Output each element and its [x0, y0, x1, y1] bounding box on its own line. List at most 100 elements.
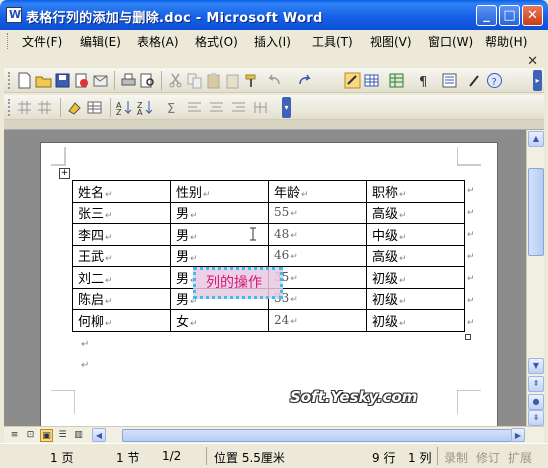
table-cell[interactable]: 何柳↵: [72, 309, 171, 332]
table-cell[interactable]: 男↵: [170, 244, 269, 267]
toolbar-grip[interactable]: [8, 99, 11, 116]
tables-borders-icon[interactable]: [344, 72, 361, 89]
document-table[interactable]: 姓名↵ 性别↵ 年龄↵ 职称↵ 张三↵ 男↵ 55↵ 高级↵ 李四↵ 男↵ 48…: [72, 180, 465, 332]
table-cell[interactable]: 张三↵: [72, 201, 171, 224]
paste-icon[interactable]: [205, 72, 222, 89]
svg-text:?: ?: [492, 77, 497, 88]
toolbar-grip[interactable]: [8, 72, 11, 89]
toolbar-options-chevron-icon[interactable]: ▾: [282, 97, 291, 118]
redo-icon[interactable]: [296, 72, 313, 89]
table-cell[interactable]: 性别↵: [170, 180, 269, 203]
ink-icon[interactable]: [466, 72, 483, 89]
table-cell[interactable]: 35↵: [268, 266, 367, 289]
show-formatting-icon[interactable]: ¶: [415, 72, 432, 90]
document-close-icon[interactable]: ✕: [527, 54, 538, 69]
table-cell[interactable]: 年龄↵: [268, 180, 367, 203]
table-cell[interactable]: 33↵: [268, 287, 367, 310]
help-icon[interactable]: ?: [486, 72, 503, 89]
status-track-changes[interactable]: 修订: [476, 449, 500, 466]
next-page-button[interactable]: ⇟: [528, 410, 544, 426]
table-cell[interactable]: 李四↵: [72, 223, 171, 246]
table-cell[interactable]: 24↵: [268, 309, 367, 332]
table-move-handle[interactable]: +: [59, 168, 70, 179]
select-browse-object-button[interactable]: ●: [528, 394, 544, 410]
open-folder-icon[interactable]: [35, 72, 52, 89]
table-cell[interactable]: 男↵: [170, 201, 269, 224]
insert-rows-icon[interactable]: [16, 99, 33, 116]
menu-window[interactable]: 窗口(W): [428, 33, 473, 50]
scroll-right-button[interactable]: ▶: [511, 428, 525, 442]
table-cell[interactable]: 女↵: [170, 309, 269, 332]
menu-table[interactable]: 表格(A): [137, 33, 179, 50]
split-cells-icon[interactable]: [252, 99, 269, 116]
save-icon[interactable]: [54, 72, 71, 89]
vertical-scroll-thumb[interactable]: [528, 168, 544, 256]
table-resize-handle[interactable]: [465, 334, 471, 340]
menu-view[interactable]: 视图(V): [370, 33, 412, 50]
table-cell[interactable]: 初级↵: [366, 287, 465, 310]
autosum-icon[interactable]: Σ: [164, 99, 181, 117]
menu-help[interactable]: 帮助(H): [485, 33, 527, 50]
table-cell[interactable]: 中级↵: [366, 223, 465, 246]
table-cell[interactable]: 高级↵: [366, 201, 465, 224]
menu-edit[interactable]: 编辑(E): [80, 33, 121, 50]
word-app-icon[interactable]: [6, 7, 22, 23]
table-autoformat-icon[interactable]: [86, 99, 103, 116]
horizontal-scroll-thumb[interactable]: [122, 429, 512, 442]
table-cell[interactable]: 初级↵: [366, 309, 465, 332]
insert-excel-icon[interactable]: [388, 72, 405, 89]
format-painter-icon[interactable]: [243, 72, 260, 89]
document-area[interactable]: + 姓名↵ 性别↵ 年龄↵ 职称↵ 张三↵ 男↵ 55↵ 高级↵ 李四↵ 男↵ …: [4, 130, 526, 426]
print-layout-icon[interactable]: ▣: [40, 429, 53, 442]
table-cell[interactable]: 职称↵: [366, 180, 465, 203]
page[interactable]: + 姓名↵ 性别↵ 年龄↵ 职称↵ 张三↵ 男↵ 55↵ 高级↵ 李四↵ 男↵ …: [40, 142, 498, 426]
document-map-icon[interactable]: [441, 72, 458, 89]
menu-tools[interactable]: 工具(T): [312, 33, 353, 50]
insert-columns-icon[interactable]: [36, 99, 53, 116]
clipboard-icon[interactable]: [224, 72, 241, 89]
previous-page-button[interactable]: ⇞: [528, 376, 544, 392]
print-preview-icon[interactable]: [139, 72, 156, 89]
shading-icon[interactable]: [66, 99, 83, 116]
print-icon[interactable]: [120, 72, 137, 89]
normal-view-icon[interactable]: ≡: [8, 429, 21, 442]
table-cell[interactable]: 高级↵: [366, 244, 465, 267]
menu-file[interactable]: 文件(F): [22, 33, 62, 50]
menu-format[interactable]: 格式(O): [195, 33, 238, 50]
maximize-button[interactable]: □: [499, 5, 520, 26]
vertical-scrollbar[interactable]: ▲ ▼ ⇞ ● ⇟: [526, 130, 544, 426]
permission-icon[interactable]: [73, 72, 90, 89]
new-document-icon[interactable]: [16, 72, 33, 89]
sort-descending-icon[interactable]: ZA: [137, 99, 154, 117]
cut-icon[interactable]: [167, 72, 184, 89]
undo-icon[interactable]: [266, 72, 283, 89]
outline-view-icon[interactable]: ☰: [56, 429, 69, 442]
align-bottom-icon[interactable]: [230, 99, 247, 116]
table-cell[interactable]: 初级↵: [366, 266, 465, 289]
menu-grip[interactable]: [7, 33, 10, 49]
copy-icon[interactable]: [186, 72, 203, 89]
table-cell[interactable]: 55↵: [268, 201, 367, 224]
status-record[interactable]: 录制: [444, 449, 468, 466]
menu-insert[interactable]: 插入(I): [254, 33, 291, 50]
toolbar-options-chevron-icon[interactable]: ▸: [533, 70, 542, 91]
table-cell[interactable]: 姓名↵: [72, 180, 171, 203]
table-cell[interactable]: 48↵: [268, 223, 367, 246]
email-icon[interactable]: [92, 72, 109, 89]
web-layout-icon[interactable]: ⊡: [24, 429, 37, 442]
insert-table-icon[interactable]: [363, 72, 380, 89]
table-cell[interactable]: 刘二↵: [72, 266, 171, 289]
table-cell[interactable]: 陈启↵: [72, 287, 171, 310]
minimize-button[interactable]: _: [476, 5, 497, 26]
scroll-left-button[interactable]: ◀: [92, 428, 106, 442]
scroll-down-button[interactable]: ▼: [528, 358, 544, 374]
align-top-icon[interactable]: [186, 99, 203, 116]
sort-ascending-icon[interactable]: AZ: [116, 99, 133, 117]
status-extend[interactable]: 扩展: [508, 449, 532, 466]
close-button[interactable]: ✕: [522, 5, 543, 26]
table-cell[interactable]: 46↵: [268, 244, 367, 267]
reading-layout-icon[interactable]: ▥: [72, 429, 85, 442]
scroll-up-button[interactable]: ▲: [528, 131, 544, 147]
align-middle-icon[interactable]: [208, 99, 225, 116]
table-cell[interactable]: 王武↵: [72, 244, 171, 267]
